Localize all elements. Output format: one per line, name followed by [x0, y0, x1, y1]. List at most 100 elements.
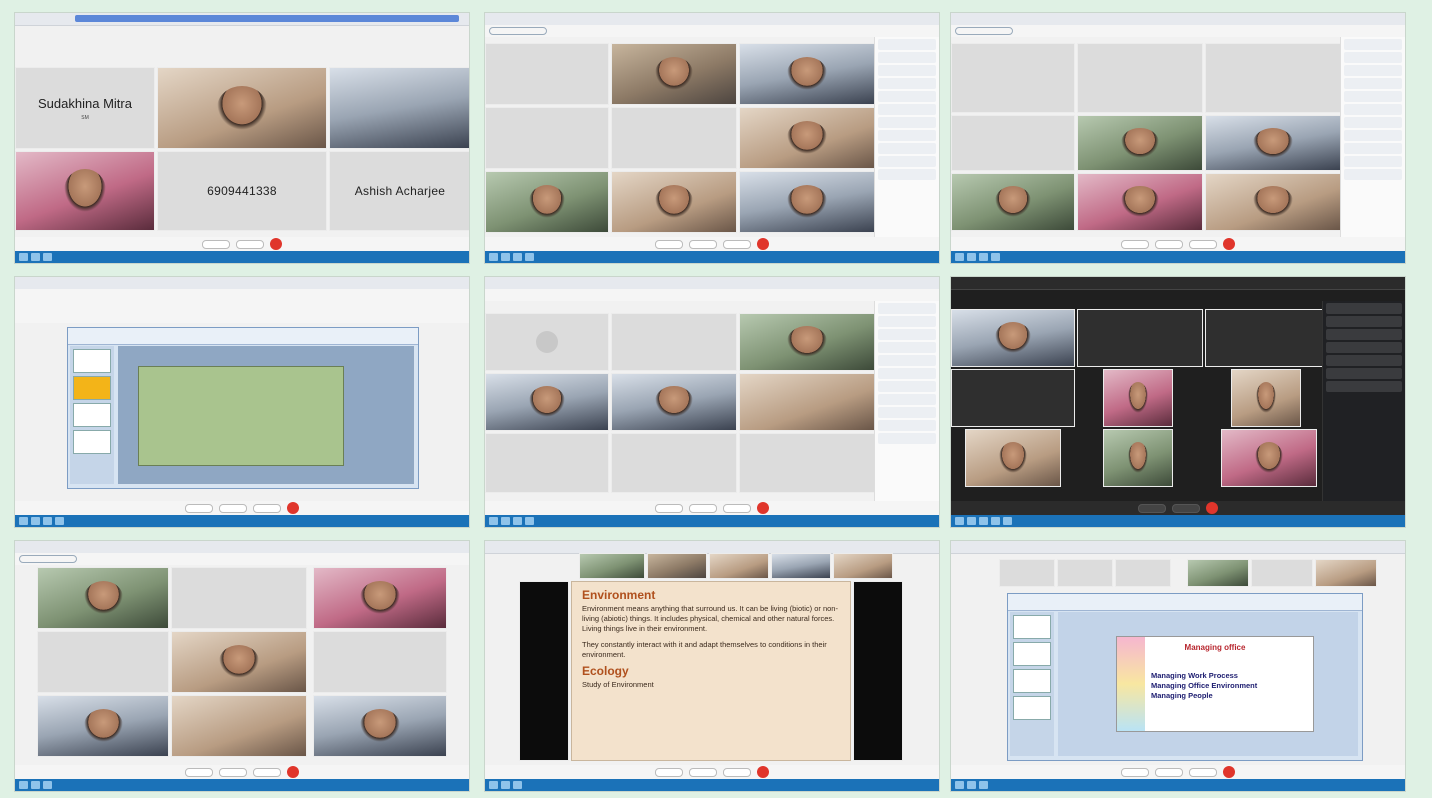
video-tile [951, 173, 1075, 231]
video-tile [157, 67, 327, 149]
video-tile [1231, 369, 1301, 427]
participants-panel [874, 301, 939, 501]
meeting-screenshot-4 [14, 276, 470, 528]
video-tile [329, 67, 469, 149]
participant-tile: Ashish Acharjee [329, 151, 469, 231]
participant-tile [1077, 309, 1203, 367]
participant-tile [485, 43, 609, 105]
video-tile [647, 553, 707, 579]
end-call-icon[interactable] [757, 766, 769, 778]
participant-tile: Sudakhina Mitra SM [15, 67, 155, 149]
meeting-screenshot-6 [950, 276, 1406, 528]
video-tile [579, 553, 645, 579]
video-tile [1205, 115, 1341, 171]
video-tile [739, 373, 875, 431]
end-call-icon[interactable] [1206, 502, 1218, 514]
participant-tile [1205, 309, 1331, 367]
video-tile [771, 553, 831, 579]
participant-tile [1115, 559, 1171, 587]
video-tile [739, 171, 875, 233]
video-tile [1077, 173, 1203, 231]
video-tile [37, 567, 169, 629]
participant-tile [485, 313, 609, 371]
meeting-screenshot-1: Sudakhina Mitra SM 6909441338 Ashish Ach… [14, 12, 470, 264]
participant-tile [999, 559, 1055, 587]
meeting-screenshot-7 [14, 540, 470, 792]
participant-initials: SM [81, 114, 89, 121]
video-tile [611, 43, 737, 105]
video-tile [739, 313, 875, 371]
video-tile [1187, 559, 1249, 587]
participant-tile [485, 107, 609, 169]
video-tile [833, 553, 893, 579]
video-tile [965, 429, 1061, 487]
video-tile [1103, 429, 1173, 487]
participant-tile [951, 369, 1075, 427]
participant-tile: 6909441338 [157, 151, 327, 231]
presentation-slide: Environment Environment means anything t… [571, 581, 851, 761]
end-call-icon[interactable] [1223, 238, 1235, 250]
end-call-icon[interactable] [287, 502, 299, 514]
participant-name: Ashish Acharjee [354, 184, 446, 198]
participant-tile [951, 115, 1075, 171]
video-tile [171, 695, 307, 757]
end-call-icon[interactable] [757, 502, 769, 514]
taskbar [15, 251, 469, 263]
video-tile [485, 373, 609, 431]
camera-icon[interactable] [236, 239, 264, 249]
slide-heading: Environment [582, 588, 656, 602]
meeting-screenshot-5 [484, 276, 940, 528]
participant-tile [611, 313, 737, 371]
participant-tile [313, 631, 447, 693]
video-tile [15, 151, 155, 231]
video-tile [37, 695, 169, 757]
video-tile [739, 107, 875, 169]
video-tile [485, 171, 609, 233]
video-tile [1221, 429, 1317, 487]
meeting-screenshot-2 [484, 12, 940, 264]
meeting-screenshot-3 [950, 12, 1406, 264]
slide-heading: Ecology [582, 664, 629, 678]
participant-name: Sudakhina Mitra [38, 95, 132, 111]
end-call-icon[interactable] [1223, 766, 1235, 778]
participant-tile [1077, 43, 1203, 113]
participant-tile [485, 433, 609, 493]
video-tile [313, 695, 447, 757]
meeting-screenshot-9: Managing office Managing Work Process Ma… [950, 540, 1406, 792]
slide-bullet: Study of Environment [582, 680, 654, 689]
mic-icon[interactable] [202, 239, 230, 249]
participant-phone: 6909441338 [207, 184, 277, 198]
powerpoint-window: Managing office Managing Work Process Ma… [1007, 593, 1363, 761]
video-tile [313, 567, 447, 629]
end-call-icon[interactable] [757, 238, 769, 250]
powerpoint-window [67, 327, 419, 489]
participant-tile [739, 433, 875, 493]
participant-tile [1057, 559, 1113, 587]
end-call-icon[interactable] [270, 238, 282, 250]
slide-item: Managing Work Process [1151, 671, 1238, 680]
participant-tile [1251, 559, 1313, 587]
video-tile [1077, 115, 1203, 171]
slide-bullet: They constantly interact with it and ada… [582, 640, 827, 659]
slide-bullet: Environment means anything that surround… [582, 604, 838, 633]
video-tile [739, 43, 875, 105]
video-tile [1205, 173, 1341, 231]
browser-bar [15, 13, 469, 26]
participant-tile [1205, 43, 1341, 113]
meeting-screenshot-8: Environment Environment means anything t… [484, 540, 940, 792]
end-call-icon[interactable] [287, 766, 299, 778]
participants-panel [874, 37, 939, 237]
meeting-toolbar [15, 237, 469, 251]
video-tile [709, 553, 769, 579]
participant-tile [171, 567, 307, 629]
screenshot-collage: Sudakhina Mitra SM 6909441338 Ashish Ach… [14, 12, 1420, 792]
video-tile [1315, 559, 1377, 587]
participant-tile [951, 43, 1075, 113]
participants-panel [1322, 301, 1405, 501]
participant-tile [611, 433, 737, 493]
video-tile [1103, 369, 1173, 427]
slide-item: Managing People [1151, 691, 1213, 700]
video-tile [611, 171, 737, 233]
presentation-slide: Managing office Managing Work Process Ma… [1116, 636, 1314, 732]
video-tile [951, 309, 1075, 367]
